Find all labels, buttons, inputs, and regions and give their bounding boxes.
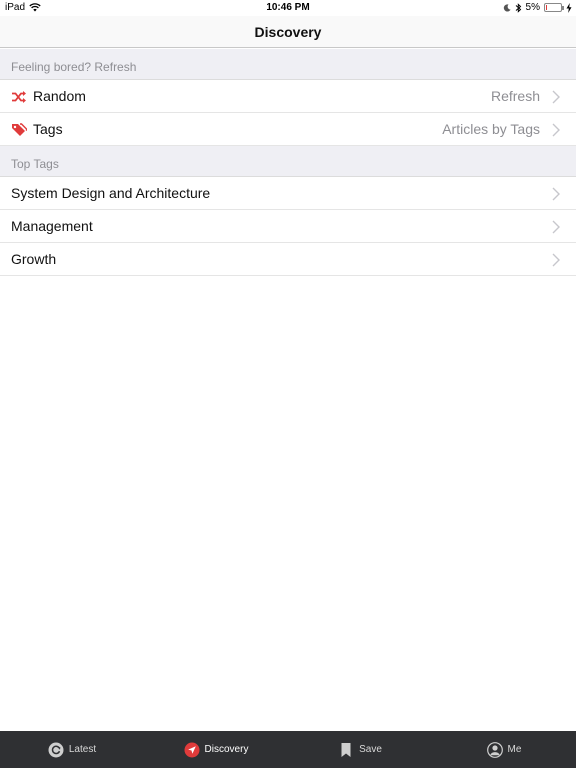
page-title: Discovery xyxy=(254,24,322,40)
moon-icon xyxy=(503,3,511,12)
chevron-right-icon xyxy=(552,253,560,267)
refresh-icon xyxy=(48,742,64,757)
tab-bar: Latest Discovery Save Me xyxy=(0,731,576,768)
battery-icon xyxy=(544,3,564,12)
tab-latest[interactable]: Latest xyxy=(0,731,144,768)
chevron-right-icon xyxy=(552,220,560,234)
status-bar: iPad 10:46 PM 5% xyxy=(0,0,576,16)
tags-icon xyxy=(12,123,27,136)
bluetooth-icon xyxy=(515,2,521,13)
tab-save[interactable]: Save xyxy=(288,731,432,768)
chevron-right-icon xyxy=(552,187,560,201)
tags-label: Tags xyxy=(33,121,63,137)
tag-row-growth[interactable]: Growth xyxy=(0,243,576,276)
tab-discovery-label: Discovery xyxy=(204,744,249,755)
chevron-right-icon xyxy=(552,90,560,104)
tag-label: Management xyxy=(11,218,93,234)
tags-detail: Articles by Tags xyxy=(442,121,540,137)
random-detail: Refresh xyxy=(490,88,540,104)
battery-level xyxy=(546,5,547,10)
tag-row-management[interactable]: Management xyxy=(0,210,576,243)
tab-discovery[interactable]: Discovery xyxy=(144,731,288,768)
status-time: 10:46 PM xyxy=(266,2,310,13)
tab-save-label: Save xyxy=(359,744,382,755)
tag-label: Growth xyxy=(11,251,57,267)
bookmark-icon xyxy=(341,742,351,757)
shuffle-icon xyxy=(12,91,26,103)
tab-latest-label: Latest xyxy=(68,744,97,755)
chevron-right-icon xyxy=(552,123,560,137)
tag-label: System Design and Architecture xyxy=(11,185,211,201)
tab-me[interactable]: Me xyxy=(432,731,576,768)
section-header-feeling-bored: Feeling bored? Refresh xyxy=(0,49,576,80)
user-icon xyxy=(486,741,503,758)
tab-me-label: Me xyxy=(507,744,522,755)
random-row[interactable]: Random Refresh xyxy=(0,80,576,113)
random-label: Random xyxy=(33,88,86,104)
battery-percent: 5% xyxy=(525,2,540,13)
section-header-top-tags: Top Tags xyxy=(0,146,576,177)
charging-icon xyxy=(566,2,572,13)
compass-icon xyxy=(184,742,200,757)
tags-row[interactable]: Tags Articles by Tags xyxy=(0,113,576,146)
tag-row-system-design[interactable]: System Design and Architecture xyxy=(0,177,576,210)
navigation-bar: Discovery xyxy=(0,16,576,48)
